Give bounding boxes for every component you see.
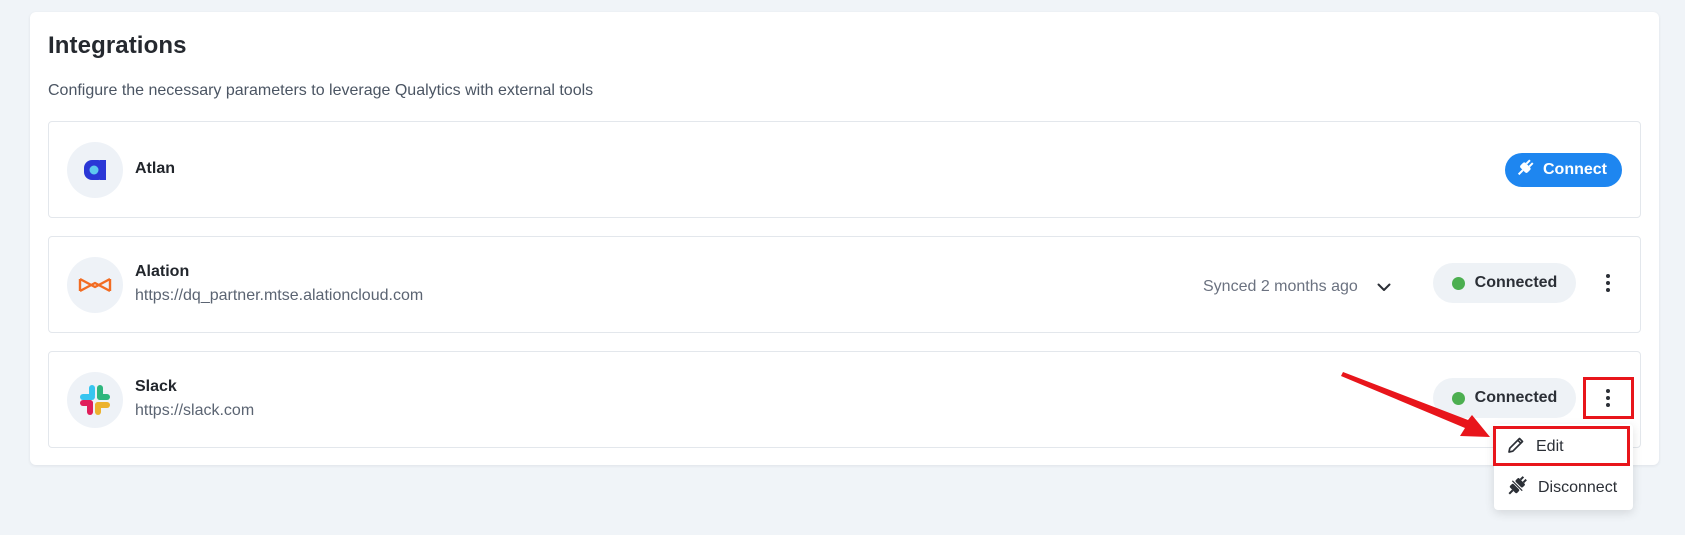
integration-url: https://dq_partner.mtse.alationcloud.com: [135, 287, 424, 304]
connect-button[interactable]: Connect: [1505, 153, 1622, 187]
more-options-button[interactable]: [1593, 381, 1623, 415]
menu-item-edit[interactable]: Edit: [1494, 427, 1633, 467]
chevron-down-icon[interactable]: [1372, 275, 1396, 299]
page-subtitle: Configure the necessary parameters to le…: [48, 82, 594, 99]
kebab-dot: [1606, 288, 1610, 292]
status-label: Connected: [1474, 389, 1558, 406]
more-options-button[interactable]: [1593, 266, 1623, 300]
more-options-menu: Edit Disconnect: [1494, 424, 1633, 510]
integration-name: Atlan: [135, 160, 175, 177]
status-badge: Connected: [1433, 263, 1576, 303]
integration-url: https://slack.com: [135, 402, 255, 419]
pencil-icon: [1506, 435, 1526, 460]
integration-card-atlan: Atlan Connect: [48, 121, 1641, 218]
menu-item-label: Edit: [1536, 438, 1564, 455]
integrations-panel: Integrations Configure the necessary par…: [30, 12, 1659, 465]
alation-logo-icon: [67, 257, 123, 313]
integration-name: Alation: [135, 263, 190, 280]
kebab-dot: [1606, 403, 1610, 407]
connected-dot-icon: [1451, 391, 1465, 405]
menu-item-label: Disconnect: [1538, 479, 1618, 496]
integration-name: Slack: [135, 378, 177, 395]
kebab-dot: [1606, 281, 1610, 285]
integration-card-alation: Alation https://dq_partner.mtse.alationc…: [48, 236, 1641, 333]
connected-dot-icon: [1451, 276, 1465, 290]
unplug-icon: [1506, 475, 1528, 502]
integration-card-slack: Slack https://slack.com Connected: [48, 351, 1641, 448]
atlan-logo-icon: [67, 142, 123, 198]
status-badge: Connected: [1433, 378, 1576, 418]
menu-item-disconnect[interactable]: Disconnect: [1494, 468, 1633, 508]
connect-button-label: Connect: [1543, 161, 1607, 178]
kebab-dot: [1606, 274, 1610, 278]
status-label: Connected: [1474, 274, 1558, 291]
sync-status-text: Synced 2 months ago: [1203, 278, 1358, 295]
sync-status[interactable]: Synced 2 months ago: [1203, 275, 1396, 299]
page-title: Integrations: [48, 32, 187, 59]
slack-logo-icon: [67, 372, 123, 428]
kebab-dot: [1606, 389, 1610, 393]
kebab-dot: [1606, 396, 1610, 400]
plug-icon: [1515, 158, 1535, 183]
